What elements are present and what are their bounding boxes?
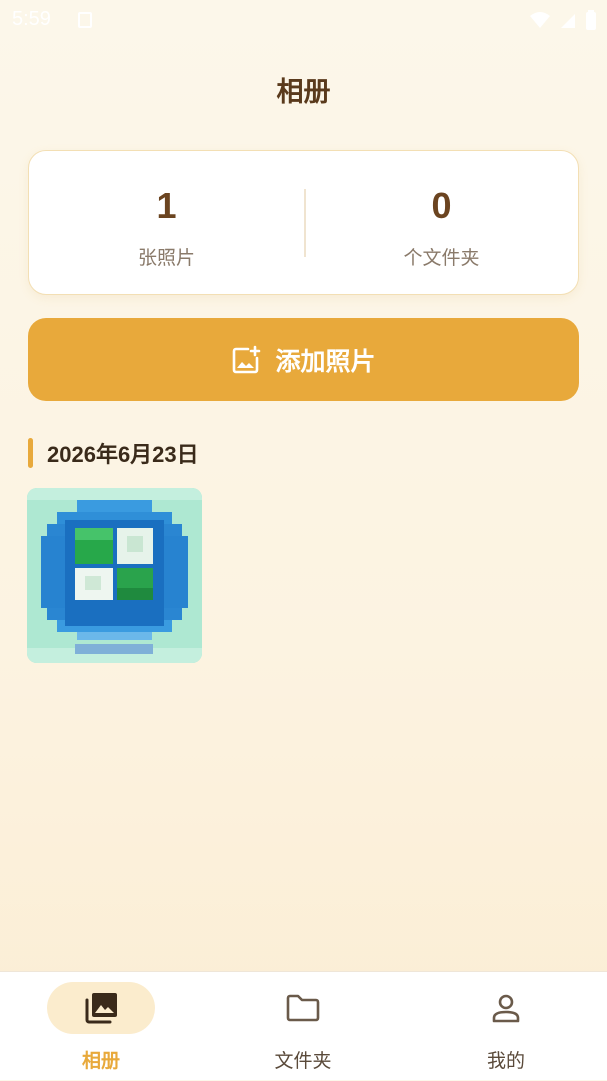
status-icons	[529, 9, 597, 31]
add-photo-label: 添加照片	[275, 346, 376, 376]
add-photo-icon	[233, 345, 261, 373]
status-time: 5:59	[12, 8, 51, 30]
battery-icon	[586, 10, 596, 30]
nav-label-mine: 我的	[486, 1050, 525, 1072]
notification-icon	[78, 12, 92, 28]
nav-label-album: 相册	[81, 1050, 120, 1072]
nav-item-mine[interactable]: 我的	[405, 972, 607, 1081]
folder-count-value: 0	[431, 185, 452, 226]
nav-item-album[interactable]: 相册	[0, 972, 202, 1081]
folder-count-stat: 0 个文件夹	[304, 151, 579, 296]
status-bar: 5:59	[0, 0, 607, 40]
date-section-header: 2026年6月23日	[28, 437, 199, 469]
page-title: 相册	[276, 77, 331, 108]
photo-thumbnail[interactable]	[27, 488, 202, 663]
bottom-nav: 相册 文件夹 我的	[0, 971, 607, 1080]
date-accent-bar	[28, 438, 33, 468]
signal-icon	[561, 14, 575, 28]
person-icon	[492, 994, 520, 1023]
date-label: 2026年6月23日	[47, 442, 199, 467]
photo-count-value: 1	[156, 185, 177, 226]
photo-image	[27, 488, 202, 663]
folder-count-label: 个文件夹	[403, 247, 480, 269]
wifi-icon	[530, 12, 550, 28]
photo-count-label: 张照片	[137, 247, 195, 269]
photo-count-stat: 1 张照片	[29, 151, 304, 296]
nav-item-folder[interactable]: 文件夹	[202, 972, 404, 1081]
nav-label-folder: 文件夹	[274, 1050, 332, 1072]
folder-icon	[286, 994, 320, 1022]
photo-library-icon	[85, 993, 117, 1024]
add-photo-button[interactable]: 添加照片	[28, 318, 579, 401]
stats-card: 1 张照片 0 个文件夹	[28, 150, 579, 295]
